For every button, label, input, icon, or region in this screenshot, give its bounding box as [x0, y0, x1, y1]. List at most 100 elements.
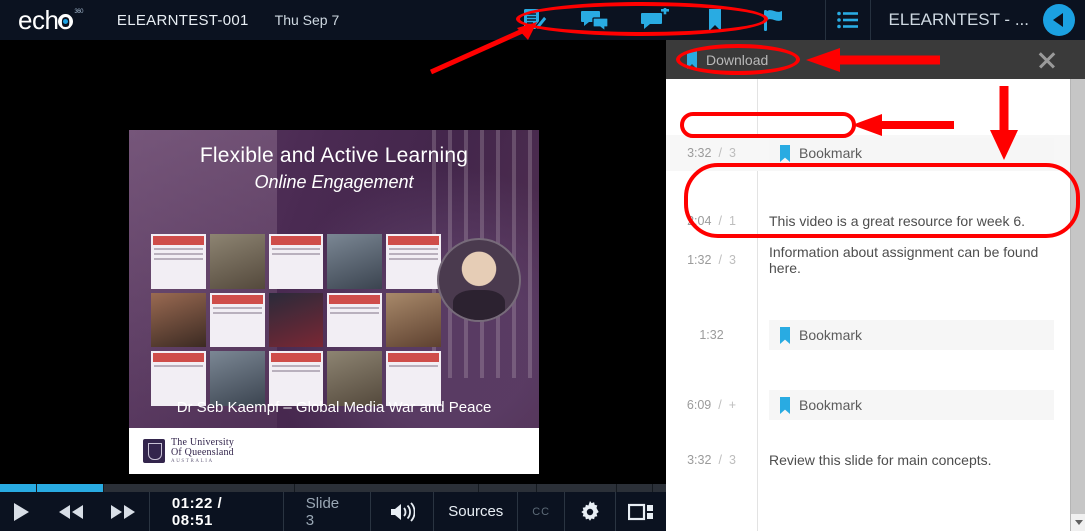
chevron-down-icon [1074, 520, 1083, 525]
notes-icon[interactable] [520, 7, 550, 33]
row-content: Bookmark [757, 135, 1070, 171]
grid-cell [209, 351, 265, 406]
engagement-toolbar [520, 0, 790, 40]
top-bar: echo 360 ELEARNTEST-001 Thu Sep 7 ELEARN… [0, 0, 1085, 40]
playback-progress-bar[interactable] [0, 484, 666, 492]
panel-header: Download [666, 40, 1085, 79]
table-row[interactable]: 6:09 / + Bookmark [666, 387, 1070, 423]
slide-footer: The University Of Queensland AUSTRALIA [129, 428, 539, 474]
row-slash: / [718, 214, 722, 228]
row-slide: 1 [728, 214, 736, 228]
row-slash: / [718, 398, 722, 412]
layout-icon [627, 503, 653, 520]
top-bar-right: ELEARNTEST - ... [824, 0, 1085, 40]
bookmarks-notes-panel: Download 3:32 / 3 Bookmark 2:04 / 1 This… [666, 40, 1085, 531]
slide-heading-group: Flexible and Active Learning Online Enga… [129, 144, 539, 193]
bookmark-chip[interactable]: Bookmark [769, 320, 1054, 350]
player-controls: 01:22 / 08:51 Slide 3 Sources CC [0, 492, 666, 531]
row-time: 1:32 [687, 253, 712, 267]
video-stage[interactable]: Flexible and Active Learning Online Enga… [0, 40, 666, 480]
row-content: Bookmark [757, 317, 1070, 353]
table-row[interactable]: 1:32 Bookmark [666, 317, 1070, 353]
row-slash: / [718, 146, 722, 160]
presentation-slide: Flexible and Active Learning Online Enga… [129, 130, 539, 474]
collapse-panel-icon[interactable] [1043, 4, 1075, 36]
bookmark-label: Bookmark [799, 145, 863, 161]
rewind-button[interactable] [45, 492, 97, 531]
panel-scrollbar[interactable] [1070, 79, 1085, 531]
fast-forward-button[interactable] [97, 492, 149, 531]
table-row[interactable]: 3:32 / 3 Bookmark [666, 135, 1070, 171]
bookmark-icon [780, 326, 790, 344]
grid-cell [386, 234, 441, 289]
university-logo: The University Of Queensland AUSTRALIA [143, 437, 234, 464]
list-view-icon[interactable] [826, 11, 870, 29]
grid-cell [209, 292, 265, 348]
bookmark-chip[interactable]: Bookmark [769, 390, 1054, 420]
grid-cell [268, 234, 324, 289]
closed-captions-button[interactable]: CC [518, 506, 564, 518]
bookmark-icon[interactable] [700, 7, 730, 33]
grid-cell [327, 234, 383, 289]
gear-icon [581, 500, 599, 521]
volume-button[interactable] [371, 492, 433, 531]
row-timestamp: 6:09 / + [666, 398, 757, 412]
row-timestamp: 3:32 / 3 [666, 453, 757, 467]
note-text: Information about assignment can be foun… [769, 244, 1039, 276]
fast-forward-icon [111, 504, 135, 519]
download-button[interactable]: Download [686, 50, 768, 70]
lecture-date: Thu Sep 7 [274, 12, 340, 28]
flag-confusion-icon[interactable] [760, 7, 790, 33]
discussion-icon[interactable] [580, 7, 610, 33]
current-slide-label: Slide 3 [305, 494, 340, 529]
brand-superscript: 360 [74, 8, 83, 15]
grid-cell [268, 351, 324, 406]
brand-mark-icon [58, 13, 74, 29]
institution-line-3: AUSTRALIA [171, 458, 214, 464]
note-text: Review this slide for main concepts. [769, 452, 992, 468]
row-content: This video is a great resource for week … [757, 203, 1070, 239]
time-display: 01:22 / 08:51 [171, 494, 223, 529]
bookmark-chip[interactable]: Bookmark [769, 138, 1054, 168]
download-label: Download [706, 51, 769, 68]
lecture-title: ELEARNTEST - ... [888, 10, 1029, 29]
grid-cell [386, 292, 441, 348]
row-content: Information about assignment can be foun… [757, 242, 1070, 278]
bookmark-label: Bookmark [799, 397, 863, 413]
settings-button[interactable] [565, 492, 615, 531]
row-slash: / [718, 453, 722, 467]
echo360-logo[interactable]: echo 360 [18, 5, 83, 36]
close-icon[interactable] [1037, 50, 1057, 70]
rewind-icon [59, 504, 83, 519]
bookmark-label: Bookmark [799, 327, 863, 343]
table-row[interactable]: 2:04 / 1 This video is a great resource … [666, 203, 1070, 239]
table-row[interactable]: 1:32 / 3 Information about assignment ca… [666, 242, 1070, 278]
add-comment-icon[interactable] [640, 7, 670, 33]
progress-fill [0, 484, 103, 492]
row-slide: 3 [728, 146, 736, 160]
row-content: Bookmark [757, 387, 1070, 423]
row-timestamp: 2:04 / 1 [666, 214, 757, 228]
slide-thumbnail-grid [151, 234, 441, 406]
volume-icon [391, 501, 416, 522]
course-code: ELEARNTEST-001 [116, 11, 249, 29]
row-time: 2:04 [687, 214, 712, 228]
sources-button[interactable]: Sources [434, 503, 517, 520]
grid-cell [209, 234, 265, 289]
play-button[interactable] [0, 492, 45, 531]
chevron-left-glyph [1052, 13, 1063, 27]
layout-button[interactable] [616, 492, 666, 531]
row-slide: 3 [728, 453, 736, 467]
institution-line-2: Of Queensland [171, 447, 234, 459]
scroll-down-button[interactable] [1071, 514, 1085, 531]
grid-cell [151, 292, 206, 348]
row-timestamp: 1:32 / 3 [666, 253, 757, 267]
row-timestamp: 3:32 / 3 [666, 146, 757, 160]
row-time: 1:32 [699, 328, 724, 342]
grid-cell [268, 292, 324, 348]
grid-cell [327, 292, 383, 348]
grid-cell [386, 351, 441, 406]
panel-list: 3:32 / 3 Bookmark 2:04 / 1 This video is… [666, 79, 1070, 531]
table-row[interactable]: 3:32 / 3 Review this slide for main conc… [666, 442, 1070, 478]
slide-title: Flexible and Active Learning [199, 144, 469, 167]
